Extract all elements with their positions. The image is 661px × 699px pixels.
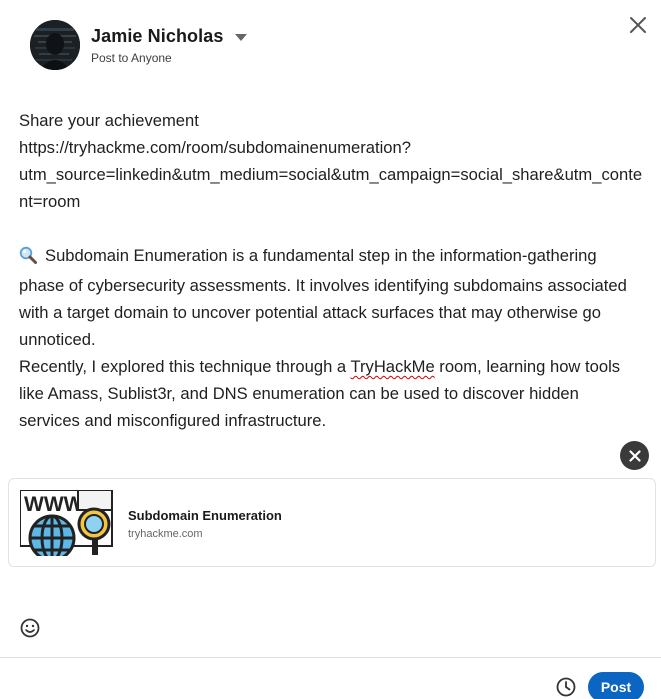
preview-thumbnail: WWW <box>19 489 116 562</box>
smiley-icon <box>20 618 40 638</box>
magnifying-glass-icon <box>19 245 37 272</box>
link-preview-card[interactable]: WWW Subdomain Enumeration tryhackme.com <box>8 478 656 567</box>
preview-domain: tryhackme.com <box>128 528 203 540</box>
close-icon <box>628 449 641 462</box>
thumbnail-www-text: WWW <box>24 493 84 516</box>
post-button[interactable]: Post <box>588 672 644 699</box>
close-icon <box>630 17 646 33</box>
emoji-button[interactable] <box>19 617 41 639</box>
post-paragraph-2-a: Recently, I explored this technique thro… <box>19 357 351 376</box>
post-link[interactable]: https://tryhackme.com/room/subdomainenum… <box>19 134 644 215</box>
visibility-label[interactable]: Post to Anyone <box>91 51 247 65</box>
remove-preview-button[interactable] <box>620 441 649 470</box>
author-block: Jamie Nicholas Post to Anyone <box>91 26 248 65</box>
post-brand-misspelled: TryHackMe <box>350 357 435 376</box>
post-paragraph-1-text: Subdomain Enumeration is a fundamental s… <box>19 246 627 349</box>
chevron-down-icon[interactable] <box>235 34 248 41</box>
author-selector[interactable]: Jamie Nicholas <box>91 26 248 47</box>
close-button[interactable] <box>624 11 652 39</box>
clock-icon <box>556 677 576 697</box>
post-paragraph-1: Subdomain Enumeration is a fundamental s… <box>19 242 644 353</box>
post-editor[interactable]: Share your achievement https://tryhackme… <box>19 107 644 434</box>
avatar[interactable] <box>30 20 80 70</box>
schedule-button[interactable] <box>555 676 577 698</box>
post-paragraph-2: Recently, I explored this technique thro… <box>19 353 644 434</box>
author-name[interactable]: Jamie Nicholas <box>91 26 223 47</box>
post-line-share: Share your achievement <box>19 111 199 130</box>
footer-divider <box>0 657 661 658</box>
preview-title[interactable]: Subdomain Enumeration <box>128 508 282 523</box>
post-composer-modal: Jamie Nicholas Post to Anyone Share your… <box>0 0 661 699</box>
